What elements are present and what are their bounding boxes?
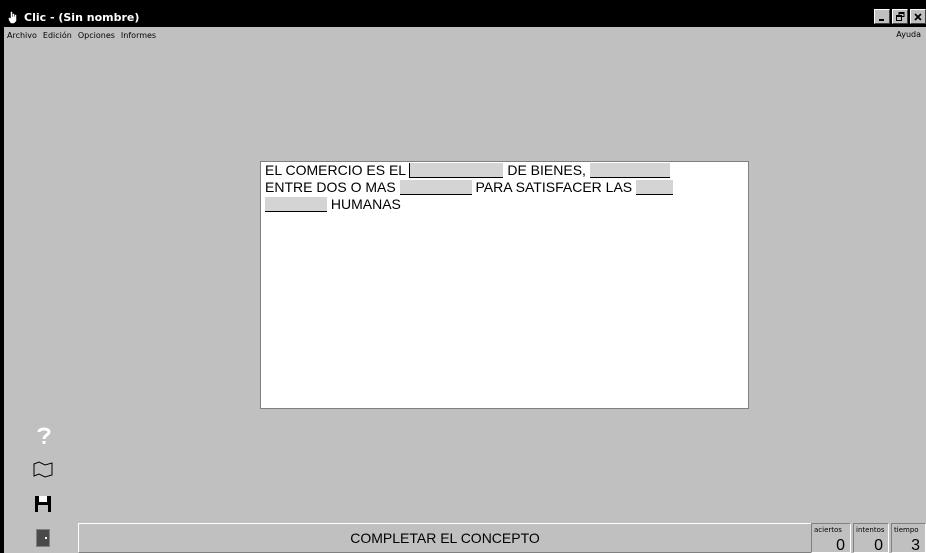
minimize-button[interactable] [874,9,890,24]
menu-ayuda[interactable]: Ayuda [893,30,924,39]
blank-field-1[interactable] [409,163,504,178]
text-line-1: EL COMERCIO ES EL DE BIENES, [265,162,742,179]
tiempo-value: 3 [911,537,920,553]
tiempo-label: tiempo [894,526,919,534]
aciertos-value: 0 [836,537,845,553]
text-segment: EL COMERCIO ES EL [265,162,406,178]
activity-panel: EL COMERCIO ES EL DE BIENES, ENTRE DOS O… [260,161,749,409]
tiempo-counter: tiempo 3 [891,523,926,553]
blank-field-4[interactable] [636,180,674,195]
menu-archivo[interactable]: Archivo [4,31,40,40]
text-segment: DE BIENES, [507,162,586,178]
blank-field-2[interactable] [589,163,670,178]
blank-field-5[interactable] [265,197,327,212]
text-line-2: ENTRE DOS O MAS PARA SATISFACER LAS [265,179,742,196]
close-icon [914,12,922,21]
title-bar: Clic - (Sin nombre) [4,8,926,27]
text-segment: HUMANAS [330,196,401,212]
help-icon[interactable] [34,425,54,447]
save-icon[interactable] [31,493,55,515]
restore-icon [895,12,904,21]
intentos-label: intentos [856,526,885,534]
window-title: Clic - (Sin nombre) [24,11,140,24]
text-segment: ENTRE DOS O MAS [265,179,396,195]
text-segment: PARA SATISFACER LAS [475,179,633,195]
exit-icon[interactable] [32,527,54,549]
menu-opciones[interactable]: Opciones [75,31,118,40]
minimize-icon [879,18,884,21]
aciertos-counter: aciertos 0 [811,523,851,553]
intentos-value: 0 [874,537,883,553]
flag-icon[interactable] [31,460,55,480]
blank-field-3[interactable] [399,180,472,195]
app-hand-icon [6,11,20,25]
menu-bar: Archivo Edición Opciones Informes Ayuda [4,27,926,43]
app-window: Clic - (Sin nombre) Archivo Edición Opci… [0,0,926,553]
text-line-3: HUMANAS [265,196,742,213]
restore-button[interactable] [892,9,908,24]
close-button[interactable] [910,9,926,24]
intentos-counter: intentos 0 [853,523,889,553]
menu-edicion[interactable]: Edición [40,31,75,40]
workspace: EL COMERCIO ES EL DE BIENES, ENTRE DOS O… [4,43,926,553]
menu-informes[interactable]: Informes [118,31,159,40]
aciertos-label: aciertos [814,526,842,534]
concept-label: COMPLETAR EL CONCEPTO [78,523,812,553]
